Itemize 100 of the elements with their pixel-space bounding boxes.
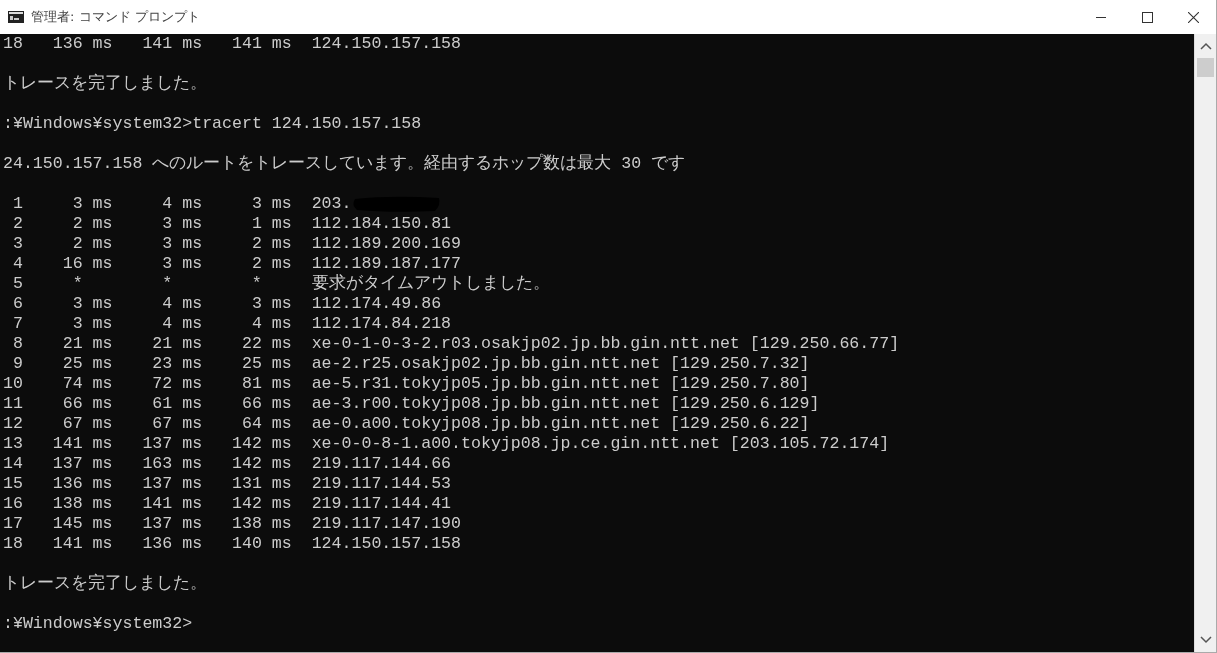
round-trip-time: 66 ms [241,394,292,413]
hop-number: 7 [12,314,23,333]
host-address: 219.117.144.53 [311,474,452,494]
round-trip-time: 74 ms [62,374,113,393]
round-trip-time: 21 ms [62,334,113,353]
round-trip-time: 3 ms [162,214,203,233]
maximize-icon [1141,11,1153,23]
host-address: 112.174.49.86 [311,294,442,314]
hop-number: 3 [12,234,23,253]
round-trip-time: 4 ms [162,194,203,213]
round-trip-time: 141 ms [232,34,292,53]
round-trip-time: 141 ms [142,494,203,513]
hop-number: 8 [12,334,23,353]
scroll-thumb[interactable] [1197,58,1214,77]
hop-number: 17 [3,514,23,533]
round-trip-time: 163 ms [142,454,203,473]
hop-number: 15 [3,474,23,493]
host-address: 要求がタイムアウトしました。 [311,274,550,294]
host-address: ae-5.r31.tokyjp05.jp.bb.gin.ntt.net [129.250.7.80] [311,374,810,394]
minimize-icon [1096,16,1106,18]
round-trip-time: 2 ms [72,234,113,253]
round-trip-time: 3 ms [72,314,113,333]
hop-number: 4 [12,254,23,273]
round-trip-time: * [162,274,173,293]
console-text: :¥Windows¥system32>tracert 124.150.157.158 [3,114,422,134]
host-address: ae-0.a00.tokyjp08.jp.bb.gin.ntt.net [129.250.6.22] [311,414,810,434]
round-trip-time: 23 ms [152,354,203,373]
round-trip-time: 2 ms [251,254,292,273]
hop-number: 5 [12,274,23,293]
hop-number: 12 [3,414,23,433]
terminal-icon [8,11,24,23]
round-trip-time: 136 ms [142,534,203,553]
host-address: 112.184.150.81 [311,214,452,234]
round-trip-time: 137 ms [52,454,113,473]
host-address: 219.117.144.66 [311,454,452,474]
hop-number: 18 [3,34,23,53]
hop-number: 16 [3,494,23,513]
round-trip-time: 136 ms [52,474,113,493]
round-trip-time: 137 ms [142,434,203,453]
host-address: ae-2.r25.osakjp02.jp.bb.gin.ntt.net [129.250.7.32] [311,354,810,374]
round-trip-time: 67 ms [152,414,203,433]
hop-number: 10 [3,374,23,393]
round-trip-time: 64 ms [241,414,292,433]
round-trip-time: * [251,274,262,293]
host-address: 219.117.147.190 [311,514,461,534]
host-address: 124.150.157.158 [311,534,461,554]
round-trip-time: 61 ms [152,394,203,413]
round-trip-time: 2 ms [251,234,292,253]
round-trip-time: 141 ms [52,534,113,553]
round-trip-time: 131 ms [232,474,292,493]
round-trip-time: 22 ms [241,334,292,353]
window-title: 管理者: コマンド プロンプト [31,8,201,26]
hop-number: 9 [12,354,23,373]
round-trip-time: 72 ms [152,374,203,393]
round-trip-time: 142 ms [232,454,292,473]
console-text: トレースを完了しました。 [3,74,207,94]
console-text: トレースを完了しました。 [3,574,207,594]
round-trip-time: 137 ms [142,474,203,493]
console-text: 24.150.157.158 へのルートをトレースしています。経由するホップ数は最大 30 です [3,154,686,174]
round-trip-time: 3 ms [72,194,113,213]
round-trip-time: 142 ms [232,434,292,453]
round-trip-time: 1 ms [251,214,292,233]
host-address: 219.117.144.41 [311,494,452,514]
hop-number: 13 [3,434,23,453]
host-address: 112.174.84.218 [311,314,452,334]
host-address: 124.150.157.158 [311,34,461,54]
host-address: 112.189.187.177 [311,254,461,274]
round-trip-time: 138 ms [52,494,113,513]
hop-number: 6 [12,294,23,313]
round-trip-time: 137 ms [142,514,203,533]
host-address: xe-0-0-8-1.a00.tokyjp08.jp.ce.gin.ntt.net [203.105.72.174] [311,434,890,454]
round-trip-time: 140 ms [232,534,292,553]
round-trip-time: 3 ms [162,234,203,253]
round-trip-time: 138 ms [232,514,292,533]
round-trip-time: 2 ms [72,214,113,233]
round-trip-time: 3 ms [162,254,203,273]
hop-number: 14 [3,454,23,473]
scrollbar[interactable] [1194,34,1216,652]
host-address: 112.189.200.169 [311,234,461,254]
scroll-up-icon[interactable] [1199,42,1212,50]
host-address: 203. [311,194,352,214]
round-trip-time: 25 ms [241,354,292,373]
console-text: :¥Windows¥system32> [3,614,193,634]
round-trip-time: 4 ms [162,314,203,333]
round-trip-time: 3 ms [251,294,292,313]
round-trip-time: 25 ms [62,354,113,373]
host-address: ae-3.r00.tokyjp08.jp.bb.gin.ntt.net [129.250.6.129] [311,394,820,414]
round-trip-time: 145 ms [52,514,113,533]
round-trip-time: 141 ms [52,434,113,453]
scroll-down-icon[interactable] [1199,636,1212,644]
hop-number: 2 [12,214,23,233]
round-trip-time: 136 ms [52,34,113,53]
hop-number: 11 [3,394,23,413]
hop-number: 18 [3,534,23,553]
round-trip-time: 142 ms [232,494,292,513]
round-trip-time: 81 ms [241,374,292,393]
close-icon [1187,11,1199,23]
host-address: xe-0-1-0-3-2.r03.osakjp02.jp.bb.gin.ntt.net [129.250.66.77] [311,334,900,354]
round-trip-time: * [72,274,83,293]
round-trip-time: 21 ms [152,334,203,353]
